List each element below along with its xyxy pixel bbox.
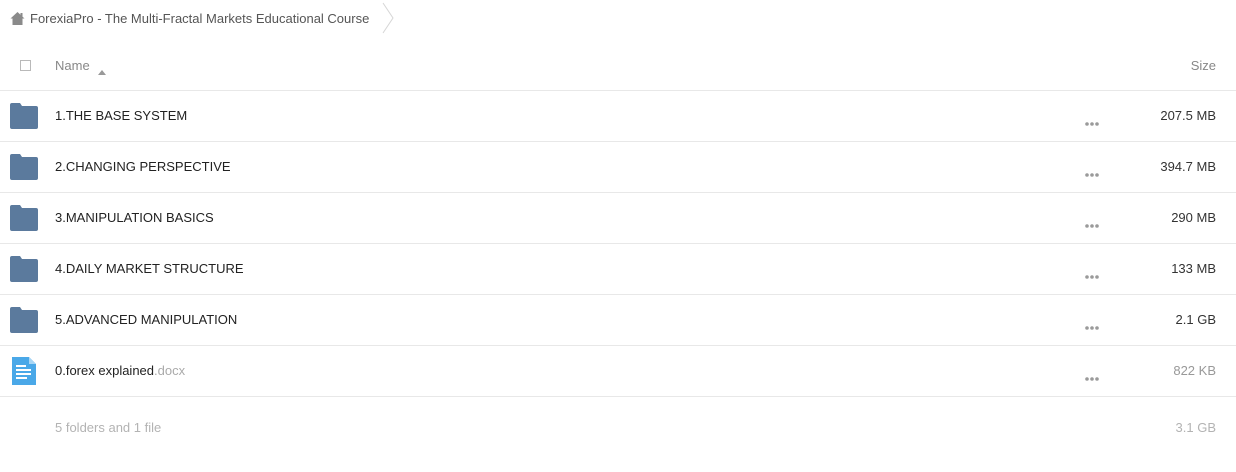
table-row[interactable]: 2.CHANGING PERSPECTIVE 394.7 MB: [0, 142, 1236, 193]
item-name[interactable]: 0.forex explained.docx: [55, 363, 185, 378]
table-row[interactable]: 3.MANIPULATION BASICS 290 MB: [0, 193, 1236, 244]
item-size: 2.1 GB: [1175, 312, 1216, 327]
more-options-icon[interactable]: [1084, 318, 1100, 330]
more-options-icon[interactable]: [1084, 267, 1100, 279]
folder-icon: [10, 205, 38, 231]
chevron-right-icon: [381, 0, 395, 36]
breadcrumb: ForexiaPro - The Multi-Fractal Markets E…: [10, 0, 395, 36]
file-extension: .docx: [154, 363, 186, 378]
table-row[interactable]: 1.THE BASE SYSTEM 207.5 MB: [0, 91, 1236, 142]
more-options-icon[interactable]: [1084, 114, 1100, 126]
table-header: Name Size: [0, 40, 1236, 91]
table-row[interactable]: 4.DAILY MARKET STRUCTURE 133 MB: [0, 244, 1236, 295]
item-name[interactable]: 5.ADVANCED MANIPULATION: [55, 312, 237, 327]
folder-icon: [10, 154, 38, 180]
item-name[interactable]: 3.MANIPULATION BASICS: [55, 210, 214, 225]
select-all-checkbox[interactable]: [20, 60, 31, 71]
item-size: 133 MB: [1171, 261, 1216, 276]
size-column-header[interactable]: Size: [1191, 58, 1216, 73]
document-icon: [10, 357, 38, 385]
file-list: 1.THE BASE SYSTEM 207.5 MB 2.CHANGING PE…: [0, 91, 1236, 397]
folder-icon: [10, 103, 38, 129]
home-icon[interactable]: [10, 11, 25, 26]
breadcrumb-current[interactable]: ForexiaPro - The Multi-Fractal Markets E…: [30, 11, 369, 26]
item-name[interactable]: 2.CHANGING PERSPECTIVE: [55, 159, 231, 174]
item-size: 290 MB: [1171, 210, 1216, 225]
list-footer: 5 folders and 1 file 3.1 GB: [0, 412, 1236, 442]
more-options-icon[interactable]: [1084, 165, 1100, 177]
table-row[interactable]: 5.ADVANCED MANIPULATION 2.1 GB: [0, 295, 1236, 346]
folder-icon: [10, 307, 38, 333]
item-name[interactable]: 1.THE BASE SYSTEM: [55, 108, 187, 123]
table-row[interactable]: 0.forex explained.docx 822 KB: [0, 346, 1236, 397]
more-options-icon[interactable]: [1084, 369, 1100, 381]
more-options-icon[interactable]: [1084, 216, 1100, 228]
item-count-summary: 5 folders and 1 file: [55, 420, 162, 435]
sort-ascending-icon: [97, 63, 106, 75]
folder-icon: [10, 256, 38, 282]
name-column-label: Name: [55, 58, 90, 73]
item-name[interactable]: 4.DAILY MARKET STRUCTURE: [55, 261, 244, 276]
item-size: 822 KB: [1173, 363, 1216, 378]
item-size: 207.5 MB: [1160, 108, 1216, 123]
name-column-header[interactable]: Name: [55, 58, 106, 75]
total-size: 3.1 GB: [1175, 420, 1216, 435]
item-size: 394.7 MB: [1160, 159, 1216, 174]
